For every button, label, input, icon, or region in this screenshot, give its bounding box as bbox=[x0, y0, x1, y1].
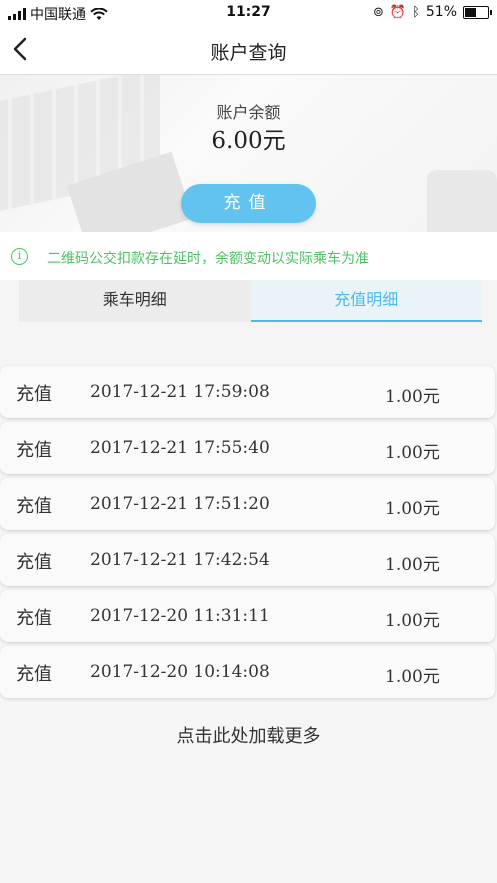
record-time: 2017-12-21 17:51:20 bbox=[90, 494, 270, 514]
balance-label: 账户余额 bbox=[216, 103, 281, 122]
record-type: 充值 bbox=[16, 384, 52, 405]
balance-value: 6.00元 bbox=[211, 128, 286, 154]
tab-ride-details[interactable]: 乘车明细 bbox=[19, 280, 251, 322]
list-item[interactable]: 充值 2017-12-21 17:59:08 1.00元 bbox=[0, 366, 495, 418]
record-type: 充值 bbox=[16, 664, 52, 685]
balance-panel: 账户余额 6.00元 充值 bbox=[0, 75, 497, 232]
list-item[interactable]: 充值 2017-12-21 17:55:40 1.00元 bbox=[0, 422, 495, 474]
notice-text: 二维码公交扣款存在延时，余额变动以实际乘车为准 bbox=[47, 251, 369, 267]
battery-icon bbox=[463, 5, 492, 19]
orientation-lock-icon: ⊚ bbox=[372, 4, 384, 20]
record-amount: 1.00元 bbox=[385, 499, 440, 519]
detail-tabs: 乘车明细 充值明细 bbox=[19, 280, 482, 322]
record-time: 2017-12-21 17:42:54 bbox=[90, 550, 270, 570]
tab-recharge-details[interactable]: 充值明细 bbox=[250, 280, 482, 322]
nav-bar: 账户查询 bbox=[0, 26, 497, 75]
record-amount: 1.00元 bbox=[385, 667, 440, 687]
list-item[interactable]: 充值 2017-12-21 17:42:54 1.00元 bbox=[0, 534, 495, 586]
record-amount: 1.00元 bbox=[385, 555, 440, 575]
battery-fill bbox=[465, 7, 476, 17]
record-type: 充值 bbox=[16, 608, 52, 629]
info-icon: i bbox=[11, 248, 28, 265]
status-bar: 中国联通 11:27 ⊚ ⏰ ᛒ 51% bbox=[0, 0, 497, 26]
recharge-record-list: 充值 2017-12-21 17:59:08 1.00元 充值 2017-12-… bbox=[0, 366, 497, 702]
record-amount: 1.00元 bbox=[385, 443, 440, 463]
list-item[interactable]: 充值 2017-12-20 10:14:08 1.00元 bbox=[0, 646, 495, 698]
notice-bar: i 二维码公交扣款存在延时，余额变动以实际乘车为准 bbox=[0, 232, 497, 280]
calculator-background-image bbox=[427, 170, 497, 232]
record-type: 充值 bbox=[16, 440, 52, 461]
list-item[interactable]: 充值 2017-12-21 17:51:20 1.00元 bbox=[0, 478, 495, 530]
status-right: ⊚ ⏰ ᛒ 51% bbox=[372, 4, 492, 20]
alarm-icon: ⏰ bbox=[389, 4, 407, 20]
record-time: 2017-12-21 17:55:40 bbox=[90, 438, 270, 458]
record-amount: 1.00元 bbox=[385, 387, 440, 407]
recharge-button[interactable]: 充值 bbox=[181, 184, 316, 223]
record-type: 充值 bbox=[16, 496, 52, 517]
record-amount: 1.00元 bbox=[385, 611, 440, 631]
record-time: 2017-12-20 11:31:11 bbox=[90, 606, 270, 626]
record-type: 充值 bbox=[16, 552, 52, 573]
load-more-link[interactable]: 点击此处加载更多 bbox=[0, 722, 497, 748]
battery-percent: 51% bbox=[425, 4, 457, 20]
record-time: 2017-12-21 17:59:08 bbox=[90, 382, 270, 402]
page-title: 账户查询 bbox=[210, 42, 287, 64]
bluetooth-icon: ᛒ bbox=[412, 4, 420, 20]
record-time: 2017-12-20 10:14:08 bbox=[90, 662, 270, 682]
list-item[interactable]: 充值 2017-12-20 11:31:11 1.00元 bbox=[0, 590, 495, 642]
